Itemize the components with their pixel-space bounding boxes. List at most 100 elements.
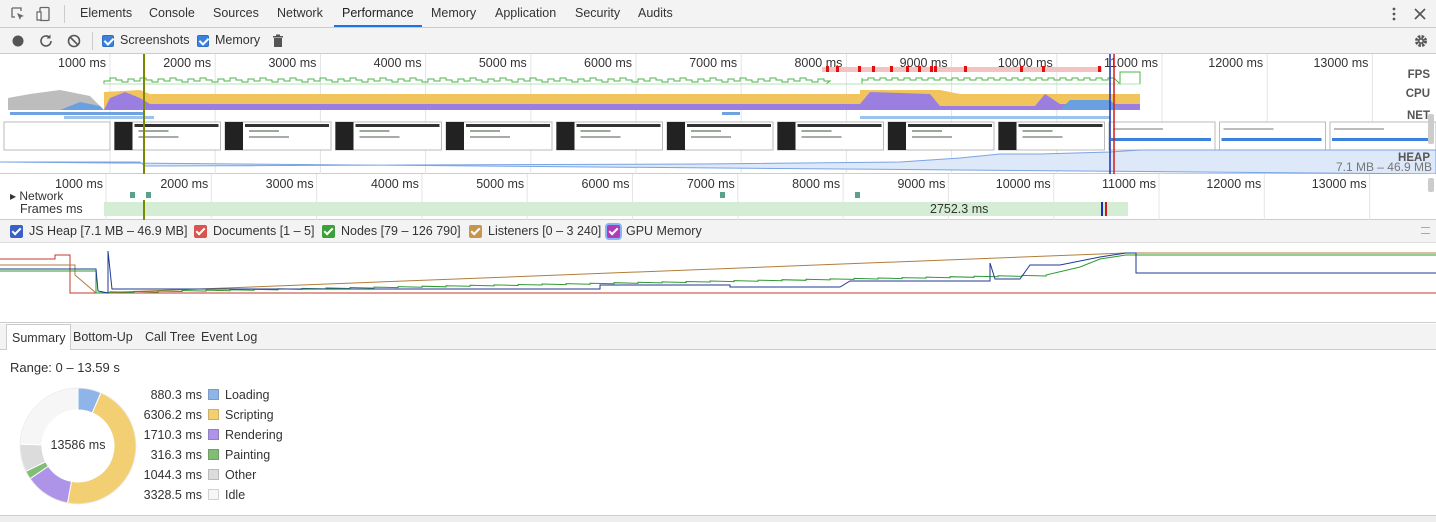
legend-swatch bbox=[208, 469, 219, 480]
screenshot-header bbox=[576, 124, 661, 127]
gear-icon[interactable] bbox=[1413, 33, 1429, 49]
tab-audits[interactable]: Audits bbox=[638, 0, 673, 27]
counter-checkbox[interactable] bbox=[469, 225, 482, 238]
ruler-scroll-handle bbox=[1428, 178, 1434, 192]
tab-application[interactable]: Application bbox=[495, 0, 556, 27]
legend-name: Other bbox=[225, 468, 257, 482]
counter-label: Documents [1 – 5] bbox=[213, 224, 315, 238]
net-bar bbox=[10, 112, 145, 115]
screenshot-line bbox=[801, 130, 832, 132]
overview-tick-label: 1000 ms bbox=[58, 56, 106, 70]
network-request-marker bbox=[855, 192, 860, 198]
nodes-line bbox=[0, 254, 1436, 294]
tab-sources[interactable]: Sources bbox=[213, 0, 259, 27]
screenshot-line bbox=[801, 136, 842, 138]
more-options-icon[interactable] bbox=[1386, 6, 1402, 22]
screenshot-line bbox=[359, 130, 390, 132]
overview-tick-label: 7000 ms bbox=[689, 56, 737, 70]
reload-icon[interactable] bbox=[38, 33, 54, 49]
memory-counter-graph[interactable] bbox=[0, 243, 1436, 323]
network-request-marker bbox=[720, 192, 725, 198]
long-frame-marker bbox=[1042, 66, 1045, 72]
screenshot-thumbnail bbox=[1219, 121, 1326, 151]
long-frame-marker bbox=[918, 66, 921, 72]
memory-checkbox[interactable] bbox=[197, 35, 209, 47]
screenshot-dark-panel bbox=[114, 122, 133, 150]
clear-icon[interactable] bbox=[66, 33, 82, 49]
drawer-resizer[interactable] bbox=[0, 515, 1436, 522]
counter-checkbox[interactable] bbox=[607, 225, 620, 238]
fps-series bbox=[103, 71, 1141, 86]
screenshots-checkbox[interactable] bbox=[102, 35, 114, 47]
legend-value: 316.3 ms bbox=[150, 448, 202, 462]
flame-chart-ruler[interactable]: 1000 ms 2000 ms 3000 ms 4000 ms 5000 ms 6000 … bbox=[0, 174, 1436, 220]
screenshot-line bbox=[1022, 136, 1063, 138]
screenshot-selection bbox=[1111, 138, 1211, 141]
frames-ms-label: ms bbox=[66, 202, 83, 216]
ruler-tick-label: 10000 ms bbox=[996, 177, 1051, 191]
counter-checkbox[interactable] bbox=[194, 225, 207, 238]
long-frame-marker bbox=[872, 66, 875, 72]
screenshot-line bbox=[1113, 128, 1163, 130]
screenshot-dark-panel bbox=[225, 122, 243, 150]
network-request-marker bbox=[130, 192, 135, 198]
timeline-overview[interactable]: 1000 ms 2000 ms 3000 ms 4000 ms 5000 ms 6000 … bbox=[0, 54, 1436, 174]
tab-console[interactable]: Console bbox=[149, 0, 195, 27]
tab-memory[interactable]: Memory bbox=[431, 0, 476, 27]
trash-icon[interactable] bbox=[270, 33, 286, 49]
overview-tick-label: 6000 ms bbox=[584, 56, 632, 70]
overview-graph[interactable]: 1000 ms 2000 ms 3000 ms 4000 ms 5000 ms 6000 … bbox=[0, 54, 1436, 174]
heap-range-label: 7.1 MB – 46.9 MB bbox=[1335, 160, 1432, 174]
overview-tick-label: 12000 ms bbox=[1208, 56, 1263, 70]
record-icon[interactable] bbox=[10, 33, 26, 49]
long-frame-marker bbox=[906, 66, 909, 72]
ruler-tick-label: 5000 ms bbox=[476, 177, 524, 191]
screenshot-line bbox=[912, 136, 952, 138]
screenshot-dark-panel bbox=[667, 122, 685, 150]
details-tab-bottom-up[interactable]: Bottom-Up bbox=[68, 324, 138, 350]
net-bar bbox=[722, 112, 740, 115]
close-icon[interactable] bbox=[1412, 6, 1428, 22]
fps-label: FPS bbox=[1407, 69, 1430, 81]
legend-name: Painting bbox=[225, 448, 271, 462]
tab-security[interactable]: Security bbox=[575, 0, 620, 27]
counter-checkbox[interactable] bbox=[10, 225, 23, 238]
counter-label: GPU Memory bbox=[626, 224, 702, 238]
tab-network[interactable]: Network bbox=[277, 0, 323, 27]
details-tab-event-log[interactable]: Event Log bbox=[196, 324, 262, 350]
counter-checkbox[interactable] bbox=[322, 225, 335, 238]
inspect-element-icon[interactable] bbox=[10, 6, 26, 22]
tab-elements[interactable]: Elements bbox=[80, 0, 132, 27]
net-bar bbox=[860, 116, 1110, 119]
screenshot-thumbnail bbox=[666, 121, 774, 151]
screenshot-dark-panel bbox=[556, 122, 575, 150]
legend-value: 1710.3 ms bbox=[143, 428, 202, 442]
ruler-tick-label: 4000 ms bbox=[371, 177, 419, 191]
legend-swatch bbox=[208, 409, 219, 420]
device-toolbar-icon[interactable] bbox=[36, 6, 52, 22]
legend-swatch bbox=[208, 489, 219, 500]
frames-track-label[interactable]: Frames bbox=[20, 202, 62, 216]
details-tab-summary[interactable]: Summary bbox=[6, 324, 72, 350]
tab-performance[interactable]: Performance bbox=[334, 0, 422, 27]
network-track-label[interactable]: ▸ Network bbox=[10, 191, 63, 201]
screenshot-header bbox=[245, 124, 329, 127]
overview-tick-label: 3000 ms bbox=[268, 56, 316, 70]
overview-tick-label: 11000 ms bbox=[1104, 56, 1158, 70]
ruler-graph: 1000 ms 2000 ms 3000 ms 4000 ms 5000 ms 6000 … bbox=[55, 174, 1434, 220]
long-frame-marker bbox=[890, 66, 893, 72]
frame-duration-label[interactable]: 2752.3 ms bbox=[930, 202, 988, 216]
screenshot-header bbox=[797, 124, 882, 127]
screenshot-line bbox=[249, 130, 279, 132]
long-frame-marker bbox=[1020, 66, 1023, 72]
details-tab-call-tree[interactable]: Call Tree bbox=[140, 324, 200, 350]
legend-value: 1044.3 ms bbox=[143, 468, 202, 482]
screenshot-thumbnail bbox=[556, 121, 663, 151]
long-frame-band bbox=[822, 67, 1102, 72]
performance-toolbar: Screenshots Memory bbox=[0, 28, 1436, 54]
screenshot-header bbox=[687, 124, 771, 127]
ruler-tick-label: 12000 ms bbox=[1206, 177, 1261, 191]
screenshot-header bbox=[355, 124, 440, 127]
resize-grip-icon[interactable] bbox=[1421, 227, 1430, 234]
overview-tick-label: 5000 ms bbox=[479, 56, 527, 70]
